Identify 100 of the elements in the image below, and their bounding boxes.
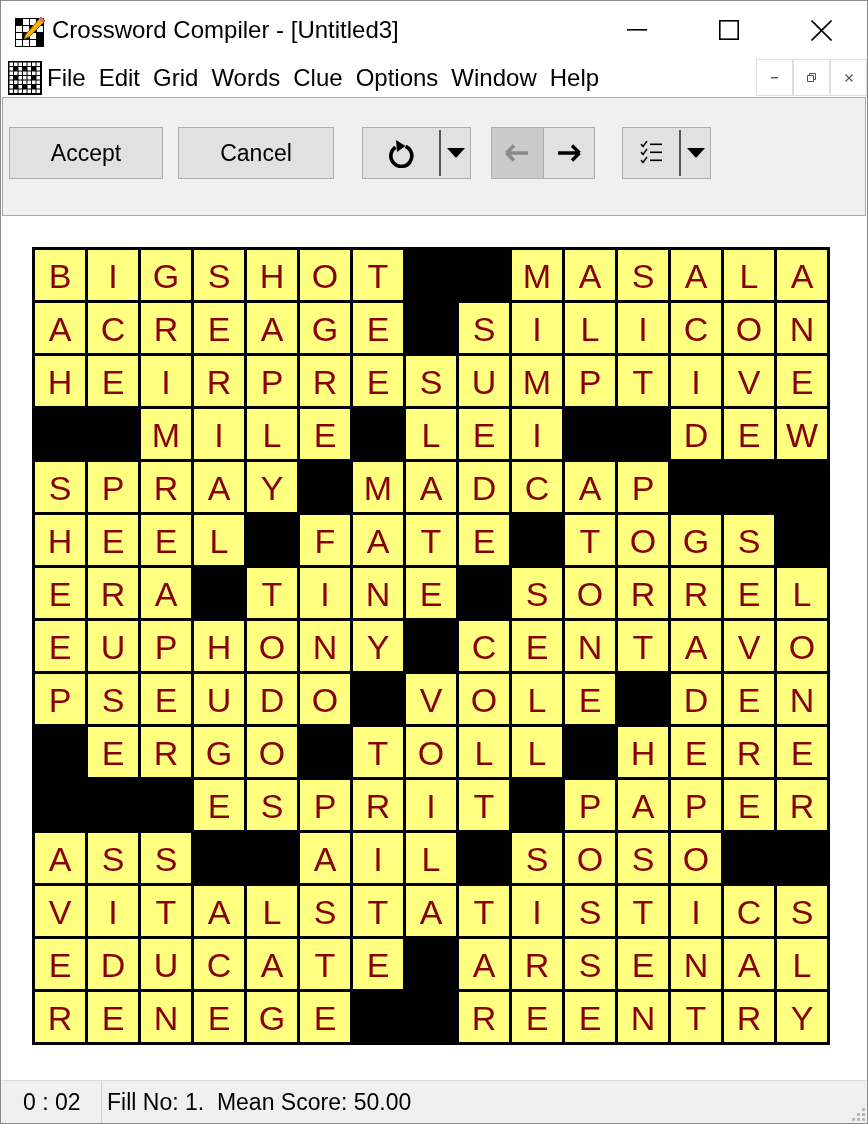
letter-square[interactable]: V bbox=[35, 886, 85, 936]
letter-square[interactable]: V bbox=[724, 621, 774, 671]
letter-square[interactable]: U bbox=[194, 674, 244, 724]
letter-square[interactable]: A bbox=[565, 250, 615, 300]
letter-square[interactable]: A bbox=[671, 250, 721, 300]
letter-square[interactable]: E bbox=[300, 409, 350, 459]
letter-square[interactable]: I bbox=[194, 409, 244, 459]
letter-square[interactable]: E bbox=[565, 674, 615, 724]
menu-item[interactable]: Edit bbox=[92, 66, 147, 90]
letter-square[interactable]: A bbox=[194, 886, 244, 936]
letter-square[interactable]: C bbox=[512, 462, 562, 512]
letter-square[interactable]: S bbox=[618, 250, 668, 300]
letter-square[interactable]: R bbox=[724, 992, 774, 1042]
letter-square[interactable]: H bbox=[618, 727, 668, 777]
letter-square[interactable]: E bbox=[353, 939, 403, 989]
letter-square[interactable]: E bbox=[406, 568, 456, 618]
letter-square[interactable]: R bbox=[512, 939, 562, 989]
menu-item[interactable]: Window bbox=[445, 66, 543, 90]
letter-square[interactable]: E bbox=[724, 674, 774, 724]
letter-square[interactable]: G bbox=[141, 250, 191, 300]
letter-square[interactable]: P bbox=[565, 780, 615, 830]
letter-square[interactable]: A bbox=[35, 833, 85, 883]
letter-square[interactable]: I bbox=[618, 303, 668, 353]
letter-square[interactable]: I bbox=[353, 833, 403, 883]
letter-square[interactable]: E bbox=[88, 992, 138, 1042]
letter-square[interactable]: O bbox=[247, 727, 297, 777]
letter-square[interactable]: R bbox=[141, 303, 191, 353]
letter-square[interactable]: A bbox=[35, 303, 85, 353]
letter-square[interactable]: Y bbox=[353, 621, 403, 671]
letter-square[interactable]: U bbox=[88, 621, 138, 671]
letter-square[interactable]: W bbox=[777, 409, 827, 459]
letter-square[interactable]: E bbox=[353, 356, 403, 406]
letter-square[interactable]: P bbox=[35, 674, 85, 724]
letter-square[interactable]: D bbox=[671, 674, 721, 724]
letter-square[interactable]: S bbox=[565, 886, 615, 936]
letter-square[interactable]: G bbox=[671, 515, 721, 565]
letter-square[interactable]: A bbox=[671, 621, 721, 671]
letter-square[interactable]: T bbox=[459, 886, 509, 936]
letter-square[interactable]: T bbox=[353, 886, 403, 936]
letter-square[interactable]: O bbox=[618, 515, 668, 565]
letter-square[interactable]: S bbox=[724, 515, 774, 565]
letter-square[interactable]: D bbox=[247, 674, 297, 724]
letter-square[interactable]: T bbox=[247, 568, 297, 618]
letter-square[interactable]: L bbox=[724, 250, 774, 300]
letter-square[interactable]: E bbox=[618, 939, 668, 989]
letter-square[interactable]: T bbox=[141, 886, 191, 936]
letter-square[interactable]: D bbox=[671, 409, 721, 459]
letter-square[interactable]: H bbox=[35, 515, 85, 565]
letter-square[interactable]: E bbox=[724, 409, 774, 459]
letter-square[interactable]: M bbox=[353, 462, 403, 512]
letter-square[interactable]: L bbox=[247, 409, 297, 459]
letter-square[interactable]: E bbox=[459, 409, 509, 459]
letter-square[interactable]: N bbox=[353, 568, 403, 618]
letter-square[interactable]: R bbox=[777, 780, 827, 830]
letter-square[interactable]: S bbox=[459, 303, 509, 353]
letter-square[interactable]: L bbox=[406, 833, 456, 883]
letter-square[interactable]: S bbox=[35, 462, 85, 512]
menu-item[interactable]: Clue bbox=[287, 66, 349, 90]
letter-square[interactable]: O bbox=[724, 303, 774, 353]
letter-square[interactable]: P bbox=[88, 462, 138, 512]
letter-square[interactable]: P bbox=[671, 780, 721, 830]
letter-square[interactable]: D bbox=[459, 462, 509, 512]
letter-square[interactable]: U bbox=[141, 939, 191, 989]
letter-square[interactable]: A bbox=[777, 250, 827, 300]
letter-square[interactable]: C bbox=[88, 303, 138, 353]
letter-square[interactable]: L bbox=[512, 674, 562, 724]
letter-square[interactable]: O bbox=[406, 727, 456, 777]
letter-square[interactable]: A bbox=[618, 780, 668, 830]
letter-square[interactable]: G bbox=[300, 303, 350, 353]
letter-square[interactable]: N bbox=[777, 303, 827, 353]
letter-square[interactable]: R bbox=[88, 568, 138, 618]
letter-square[interactable]: P bbox=[141, 621, 191, 671]
letter-square[interactable]: Y bbox=[777, 992, 827, 1042]
letter-square[interactable]: R bbox=[141, 462, 191, 512]
letter-square[interactable]: R bbox=[300, 356, 350, 406]
letter-square[interactable]: H bbox=[194, 621, 244, 671]
letter-square[interactable]: A bbox=[459, 939, 509, 989]
letter-square[interactable]: M bbox=[512, 250, 562, 300]
letter-square[interactable]: O bbox=[459, 674, 509, 724]
letter-square[interactable]: R bbox=[618, 568, 668, 618]
letter-square[interactable]: L bbox=[247, 886, 297, 936]
letter-square[interactable]: I bbox=[512, 303, 562, 353]
letter-square[interactable]: F bbox=[300, 515, 350, 565]
letter-square[interactable]: S bbox=[406, 356, 456, 406]
letter-square[interactable]: E bbox=[88, 515, 138, 565]
letter-square[interactable]: N bbox=[565, 621, 615, 671]
letter-square[interactable]: A bbox=[353, 515, 403, 565]
letter-square[interactable]: I bbox=[88, 250, 138, 300]
letter-square[interactable]: S bbox=[512, 568, 562, 618]
letter-square[interactable]: A bbox=[300, 833, 350, 883]
letter-square[interactable]: N bbox=[141, 992, 191, 1042]
letter-square[interactable]: A bbox=[194, 462, 244, 512]
letter-square[interactable]: O bbox=[565, 568, 615, 618]
letter-square[interactable]: E bbox=[194, 303, 244, 353]
letter-square[interactable]: B bbox=[35, 250, 85, 300]
letter-square[interactable]: P bbox=[300, 780, 350, 830]
letter-square[interactable]: O bbox=[777, 621, 827, 671]
letter-square[interactable]: S bbox=[88, 674, 138, 724]
letter-square[interactable]: I bbox=[88, 886, 138, 936]
letter-square[interactable]: N bbox=[300, 621, 350, 671]
